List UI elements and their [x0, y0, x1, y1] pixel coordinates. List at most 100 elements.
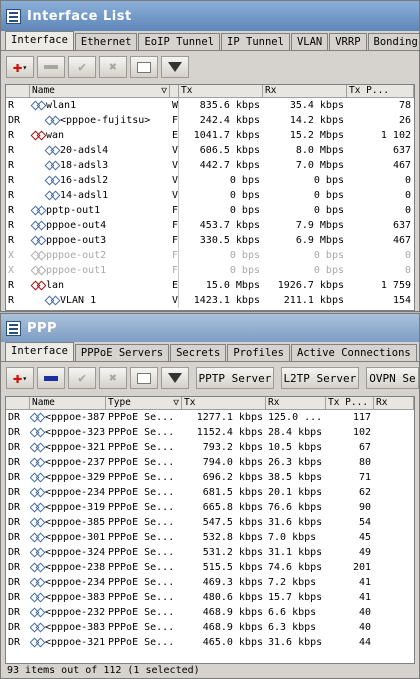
col-tx-packets[interactable]: Tx P...	[326, 397, 374, 409]
row-rx-packets	[374, 410, 414, 425]
table-row[interactable]: DR <pppoe-32302>PPPoE Se... 1152.4 kbps 28.…	[6, 425, 414, 440]
col-name[interactable]: Name ▽	[30, 85, 170, 97]
table-row[interactable]: DR <pppoe-38308>PPPoE Se... 480.6 kbps 15.7…	[6, 590, 414, 605]
table-row[interactable]: Xpppoe-out2 F 0 bps 0 bps 0	[6, 248, 414, 263]
ovpn-server-button[interactable]: OVPN Se	[365, 367, 419, 389]
pptp-server-button[interactable]: PPTP Server	[196, 367, 274, 389]
ppp-titlebar[interactable]: PPP	[1, 314, 419, 342]
row-tx: 15.0 Mbps	[205, 280, 260, 291]
row-type: PPPoE Se...	[108, 607, 175, 618]
row-name: <pppoe-23203>	[45, 607, 106, 618]
enable-button[interactable]: ✔	[68, 56, 96, 78]
enable-button[interactable]: ✔	[68, 367, 96, 389]
row-flag: R	[8, 295, 15, 306]
table-row[interactable]: DR <pppoe-38510>PPPoE Se... 547.5 kbps 31.6…	[6, 515, 414, 530]
row-tx: 793.2 kbps	[202, 442, 263, 453]
tab-interface[interactable]: Interface	[5, 31, 74, 50]
tab-eoip-tunnel[interactable]: EoIP Tunnel	[138, 33, 221, 50]
interface-icon	[31, 503, 43, 512]
table-row[interactable]: Rlan E 15.0 Mbps 1926.7 kbps 1 759	[6, 278, 414, 293]
interface-icon	[32, 281, 44, 290]
tab-ip-tunnel[interactable]: IP Tunnel	[221, 33, 290, 50]
row-name: pppoe-out3	[46, 235, 107, 246]
disable-button[interactable]: ✖	[99, 56, 127, 78]
tab-ethernet[interactable]: Ethernet	[74, 33, 138, 50]
col-tx-packets[interactable]: Tx P...	[347, 85, 414, 97]
row-tx: 469.3 kbps	[202, 577, 263, 588]
table-row[interactable]: Xpppoe-out1 F 0 bps 0 bps 0	[6, 263, 414, 278]
table-row[interactable]: DR <pppoe-31904>PPPoE Se... 665.8 kbps 76.6…	[6, 500, 414, 515]
table-row[interactable]: DR <pppoe-23809>PPPoE Se... 515.5 kbps 74.6…	[6, 560, 414, 575]
table-row[interactable]: DR <pppoe-301...PPPoE Se... 532.8 kbps 7.0 …	[6, 530, 414, 545]
tab-profiles[interactable]: Profiles	[227, 344, 290, 361]
row-name: pppoe-out1	[46, 265, 107, 276]
row-name-cell: lan	[30, 278, 170, 293]
table-row[interactable]: R 16-adsl2 V 0 bps 0 bps 0	[6, 173, 414, 188]
add-button[interactable]: ✚ ▾	[6, 56, 34, 78]
table-row[interactable]: Rpppoe-out3 F 330.5 kbps 6.9 Mbps 467	[6, 233, 414, 248]
col-rx-packets[interactable]: Rx	[374, 397, 414, 409]
table-row[interactable]: Rwlan1 W 835.6 kbps 35.4 kbps 78	[6, 98, 414, 113]
col-tx[interactable]: Tx	[179, 85, 263, 97]
row-rx-packets	[374, 590, 414, 605]
row-name: <pppoe-23413>	[45, 577, 106, 588]
table-row[interactable]: R 18-adsl3 V 442.7 kbps 7.0 Mbps 467	[6, 158, 414, 173]
tab-vlan[interactable]: VLAN	[290, 33, 329, 50]
disable-button[interactable]: ✖	[99, 367, 127, 389]
table-row[interactable]: DR <pppoe-32402>PPPoE Se... 531.2 kbps 31.1…	[6, 545, 414, 560]
row-tx-packets: 637	[392, 220, 411, 231]
col-rx[interactable]: Rx	[266, 397, 326, 409]
tab-bonding[interactable]: Bonding	[367, 33, 419, 50]
row-rx-packets	[374, 605, 414, 620]
col-name[interactable]: Name	[30, 397, 106, 409]
table-row[interactable]: DR <pppoe-23706>PPPoE Se... 794.0 kbps 26.3…	[6, 455, 414, 470]
table-row[interactable]: DR <pppoe-32904>PPPoE Se... 696.2 kbps 38.5…	[6, 470, 414, 485]
table-row[interactable]: DR <pppoe-23413>PPPoE Se... 469.3 kbps 7.2 …	[6, 575, 414, 590]
row-flag: DR	[8, 472, 21, 483]
table-row[interactable]: DR <pppoe-23401>PPPoE Se... 681.5 kbps 20.1…	[6, 485, 414, 500]
add-button[interactable]: ✚ ▾	[6, 367, 34, 389]
col-type[interactable]: Type ▽	[106, 397, 182, 409]
table-row[interactable]: Rpptp-out1 F 0 bps 0 bps 0	[6, 203, 414, 218]
table-row[interactable]: DR <pppoe-38709>PPPoE Se... 1277.1 kbps 125…	[6, 410, 414, 425]
row-flag: R	[8, 235, 15, 246]
row-flag: R	[8, 160, 15, 171]
table-row[interactable]: R VLAN 1 V 1423.1 kbps 211.1 kbps 154	[6, 293, 414, 308]
tab-secrets[interactable]: Secrets	[170, 344, 227, 361]
minus-icon	[44, 65, 58, 69]
table-row[interactable]: DR <pppoe-321...PPPoE Se... 793.2 kbps 10.5…	[6, 440, 414, 455]
interface-list-titlebar[interactable]: Interface List	[1, 1, 419, 31]
row-rx-packets	[374, 470, 414, 485]
row-name: <pppoe-31904>	[45, 502, 106, 513]
row-name-cell: <pppoe-32402>	[30, 545, 106, 560]
tab-vrrp[interactable]: VRRP	[329, 33, 367, 50]
table-row[interactable]: R 14-adsl1 V 0 bps 0 bps 0	[6, 188, 414, 203]
col-flags[interactable]	[6, 85, 30, 97]
table-row[interactable]: Rpppoe-out4 F 453.7 kbps 7.9 Mbps 637	[6, 218, 414, 233]
table-row[interactable]: DR <pppoe-23203>PPPoE Se... 468.9 kbps 6.6 …	[6, 605, 414, 620]
table-row[interactable]: DR <pppoe-38306>PPPoE Se... 468.9 kbps 6.3 …	[6, 620, 414, 635]
remove-button[interactable]	[37, 367, 65, 389]
comment-button[interactable]	[130, 56, 158, 78]
tab-pppoe-servers[interactable]: PPPoE Servers	[74, 344, 170, 361]
col-rx[interactable]: Rx	[263, 85, 347, 97]
l2tp-server-button[interactable]: L2TP Server	[280, 367, 359, 389]
table-row[interactable]: DR <pppoe-fujitsu> F 242.4 kbps 14.2 kbps 26	[6, 113, 414, 128]
filter-button[interactable]	[161, 56, 189, 78]
row-name: wan	[46, 130, 65, 141]
comment-button[interactable]	[130, 367, 158, 389]
row-name-cell: <pppoe-23413>	[30, 575, 106, 590]
table-row[interactable]: DR <pppoe-321...PPPoE Se... 465.0 kbps 31.6…	[6, 635, 414, 650]
col-tx[interactable]: Tx	[182, 397, 266, 409]
filter-button[interactable]	[161, 367, 189, 389]
remove-button[interactable]	[37, 56, 65, 78]
row-flag: X	[8, 265, 15, 276]
tab-interface[interactable]: Interface	[5, 342, 74, 361]
table-row[interactable]: Rwan E 1041.7 kbps 15.2 Mbps 1 102	[6, 128, 414, 143]
table-row[interactable]: R 20-adsl4 V 606.5 kbps 8.0 Mbps 637	[6, 143, 414, 158]
col-flags[interactable]	[6, 397, 30, 409]
row-rx-packets	[374, 635, 414, 650]
tab-active-connections[interactable]: Active Connections	[290, 344, 417, 361]
col-type[interactable]	[170, 85, 179, 97]
interface-icon	[31, 518, 43, 527]
